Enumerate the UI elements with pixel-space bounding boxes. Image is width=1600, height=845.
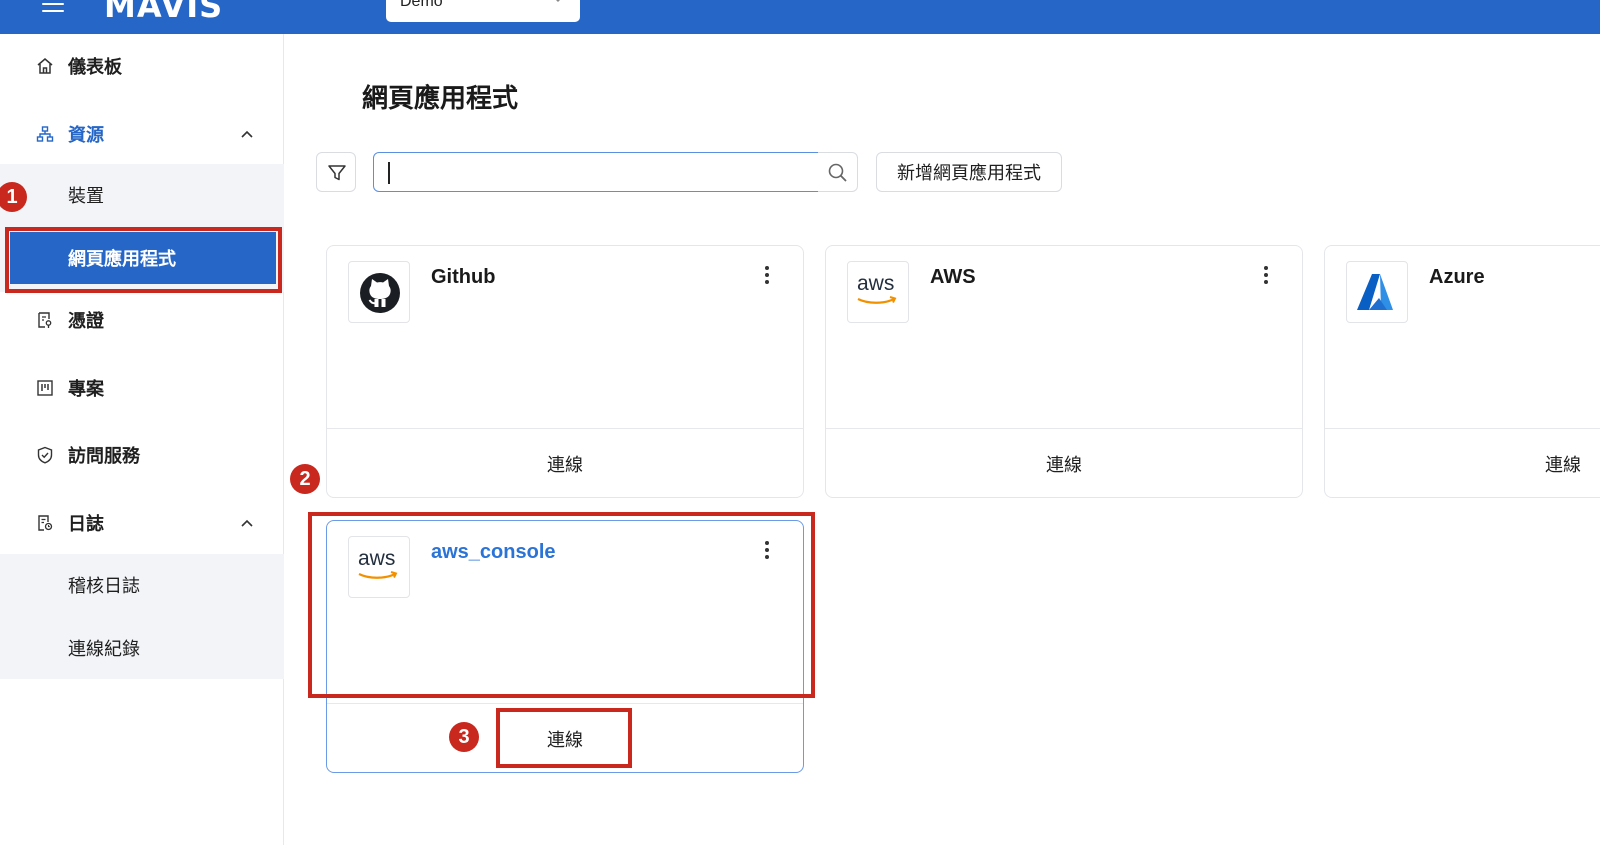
filter-button[interactable] xyxy=(316,152,356,192)
log-icon xyxy=(38,515,53,531)
shield-check-icon xyxy=(37,446,53,464)
search-button[interactable] xyxy=(818,152,858,192)
chevron-up-icon[interactable] xyxy=(240,127,254,141)
logs-submenu: 稽核日誌 連線紀錄 xyxy=(0,554,284,679)
annotation-box-1 xyxy=(5,227,282,293)
more-options-icon[interactable] xyxy=(1258,264,1274,290)
sidebar-item-devices[interactable]: 裝置 xyxy=(0,173,284,217)
page-title: 網頁應用程式 xyxy=(362,83,519,113)
app-logo[interactable]: MAVIS xyxy=(104,0,223,25)
app-card-azure: Azure 連線 xyxy=(1324,245,1600,498)
credential-icon xyxy=(38,312,52,328)
menu-icon[interactable] xyxy=(42,0,64,14)
sidebar-item-dashboard[interactable]: 儀表板 xyxy=(0,46,284,86)
github-icon xyxy=(360,273,400,313)
home-icon xyxy=(37,58,53,74)
app-name[interactable]: Azure xyxy=(1429,266,1485,289)
sidebar-item-label: 憑證 xyxy=(68,311,104,331)
sidebar: 儀表板 資源 裝置 網頁應用程式 憑證 專案 訪問服務 日誌 稽核日誌 連線紀錄 xyxy=(0,34,284,845)
search-icon xyxy=(828,163,847,182)
app-card-github: Github 連線 xyxy=(326,245,804,498)
aws-icon: aws xyxy=(848,262,910,324)
sidebar-item-access-services[interactable]: 訪問服務 xyxy=(0,435,284,475)
github-logo xyxy=(348,261,410,323)
sidebar-item-audit-logs[interactable]: 稽核日誌 xyxy=(0,563,284,607)
sidebar-item-label: 訪問服務 xyxy=(68,446,140,466)
sidebar-item-credentials[interactable]: 憑證 xyxy=(0,300,284,340)
search-input[interactable] xyxy=(373,152,819,192)
org-selector-value: Demo xyxy=(400,0,443,10)
app-name[interactable]: AWS xyxy=(930,266,976,289)
sidebar-item-label: 裝置 xyxy=(68,186,104,206)
sidebar-item-label: 資源 xyxy=(68,125,104,145)
filter-icon xyxy=(328,165,346,181)
more-options-icon[interactable] xyxy=(759,264,775,290)
sidebar-item-label: 儀表板 xyxy=(68,57,122,77)
azure-logo xyxy=(1346,261,1408,323)
sidebar-item-label: 日誌 xyxy=(68,514,104,534)
chevron-down-icon xyxy=(556,0,560,2)
azure-icon xyxy=(1357,274,1393,310)
connect-button[interactable]: 連線 xyxy=(1325,429,1600,499)
annotation-box-3 xyxy=(496,708,632,768)
connect-button[interactable]: 連線 xyxy=(327,429,803,499)
app-card-aws: aws AWS 連線 xyxy=(825,245,1303,498)
sidebar-item-projects[interactable]: 專案 xyxy=(0,368,284,408)
aws-logo: aws xyxy=(847,261,909,323)
sidebar-item-logs[interactable]: 日誌 xyxy=(0,503,284,543)
top-bar: MAVIS Demo xyxy=(0,0,1600,34)
sitemap-icon xyxy=(36,126,54,142)
aws-smile xyxy=(857,296,897,304)
app-name[interactable]: Github xyxy=(431,266,495,289)
annotation-badge-3: 3 xyxy=(449,722,479,752)
chevron-up-icon[interactable] xyxy=(240,516,254,530)
org-selector[interactable]: Demo xyxy=(386,0,580,22)
sidebar-item-resources[interactable]: 資源 xyxy=(0,114,284,154)
annotation-box-2 xyxy=(308,512,815,698)
connect-button[interactable]: 連線 xyxy=(826,429,1302,499)
kanban-icon xyxy=(37,380,53,396)
sidebar-item-label: 連線紀錄 xyxy=(68,639,140,659)
sidebar-item-label: 稽核日誌 xyxy=(68,576,140,596)
annotation-badge-2: 2 xyxy=(290,464,320,494)
sidebar-item-label: 專案 xyxy=(68,379,104,399)
text-cursor xyxy=(388,162,390,184)
add-web-app-button[interactable]: 新增網頁應用程式 xyxy=(876,152,1062,192)
sidebar-item-connection-records[interactable]: 連線紀錄 xyxy=(0,626,284,670)
